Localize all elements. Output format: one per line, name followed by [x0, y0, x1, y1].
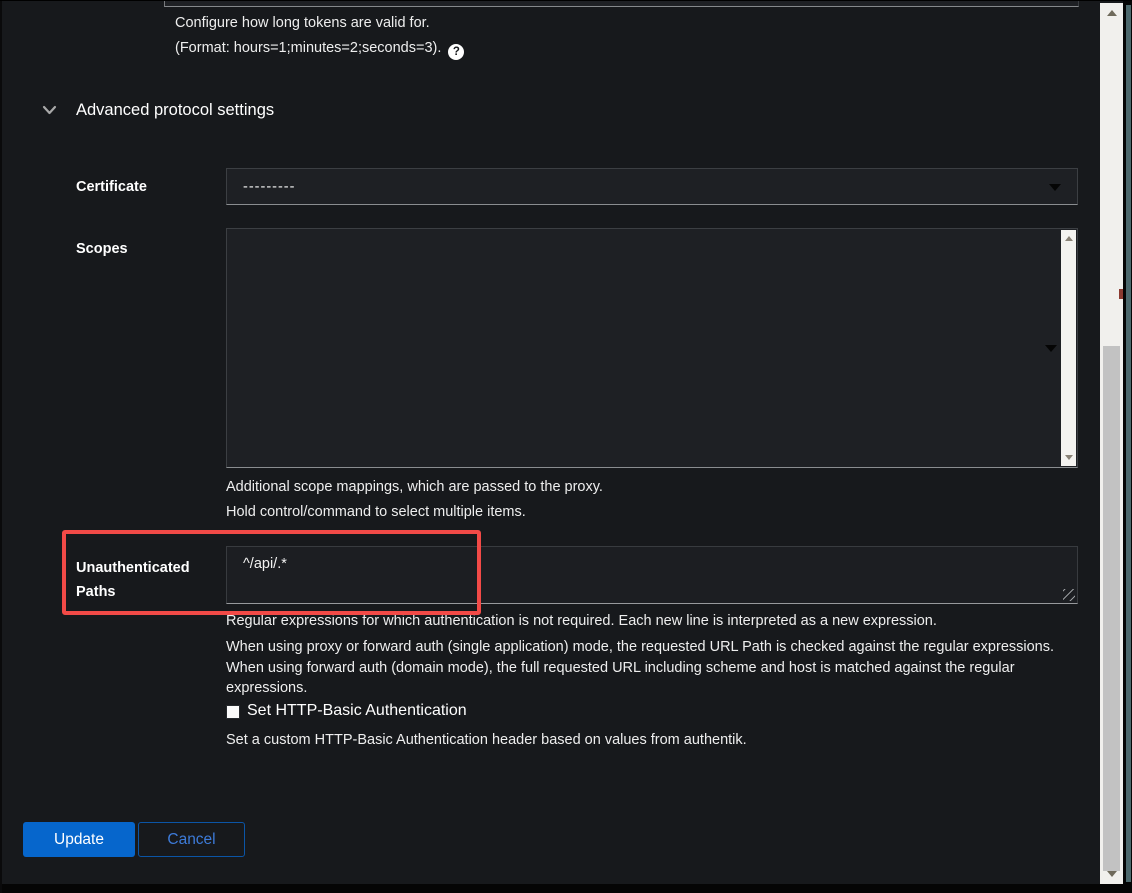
select-caret-icon: [1045, 345, 1057, 352]
certificate-selected-value: ---------: [243, 179, 295, 195]
textarea-resize-grip-icon[interactable]: [1063, 589, 1075, 601]
token-validity-input-partial[interactable]: [164, 1, 1079, 7]
section-title-advanced-protocol-settings[interactable]: Advanced protocol settings: [76, 101, 274, 120]
basic-auth-help: Set a custom HTTP-Basic Authentication h…: [226, 732, 747, 748]
page-scrollbar[interactable]: [1100, 3, 1123, 884]
scrollbar-marker: [1119, 289, 1123, 299]
scopes-help-line2: Hold control/command to select multiple …: [226, 504, 526, 520]
basic-auth-label[interactable]: Set HTTP-Basic Authentication: [247, 702, 467, 720]
proxy-provider-settings-page: Configure how long tokens are valid for.…: [0, 0, 1132, 893]
scroll-up-icon[interactable]: [1065, 236, 1073, 241]
select-caret-icon: [1049, 184, 1061, 191]
scopes-multiselect[interactable]: [226, 228, 1078, 468]
page-scrollbar-thumb[interactable]: [1103, 346, 1120, 871]
window-left-edge: [0, 1, 2, 893]
basic-auth-checkbox[interactable]: [226, 705, 240, 719]
token-validity-help-line1: Configure how long tokens are valid for.: [175, 15, 430, 31]
unauthenticated-paths-textarea[interactable]: ^/api/.*: [226, 546, 1078, 604]
scopes-scrollbar[interactable]: [1061, 230, 1076, 466]
unauthenticated-paths-label: Unauthenticated Paths: [76, 556, 208, 604]
question-circle-icon[interactable]: ?: [448, 44, 464, 60]
cancel-button[interactable]: Cancel: [138, 822, 245, 857]
scopes-label: Scopes: [76, 241, 128, 257]
certificate-select[interactable]: ---------: [226, 168, 1078, 205]
scroll-up-icon[interactable]: [1107, 10, 1117, 16]
scopes-help-line1: Additional scope mappings, which are pas…: [226, 479, 603, 495]
chevron-down-icon[interactable]: [42, 104, 57, 116]
unauthenticated-paths-help-line1: Regular expressions for which authentica…: [226, 613, 937, 629]
unauthenticated-paths-help-line2: When using proxy or forward auth (single…: [226, 637, 1078, 699]
window-bottom-edge: [0, 884, 1132, 893]
window-edge: [1126, 5, 1131, 882]
scroll-down-icon[interactable]: [1107, 871, 1117, 877]
certificate-label: Certificate: [76, 179, 147, 195]
scroll-down-icon[interactable]: [1065, 455, 1073, 460]
update-button[interactable]: Update: [23, 822, 135, 857]
token-validity-help-line2: (Format: hours=1;minutes=2;seconds=3).?: [175, 40, 464, 60]
